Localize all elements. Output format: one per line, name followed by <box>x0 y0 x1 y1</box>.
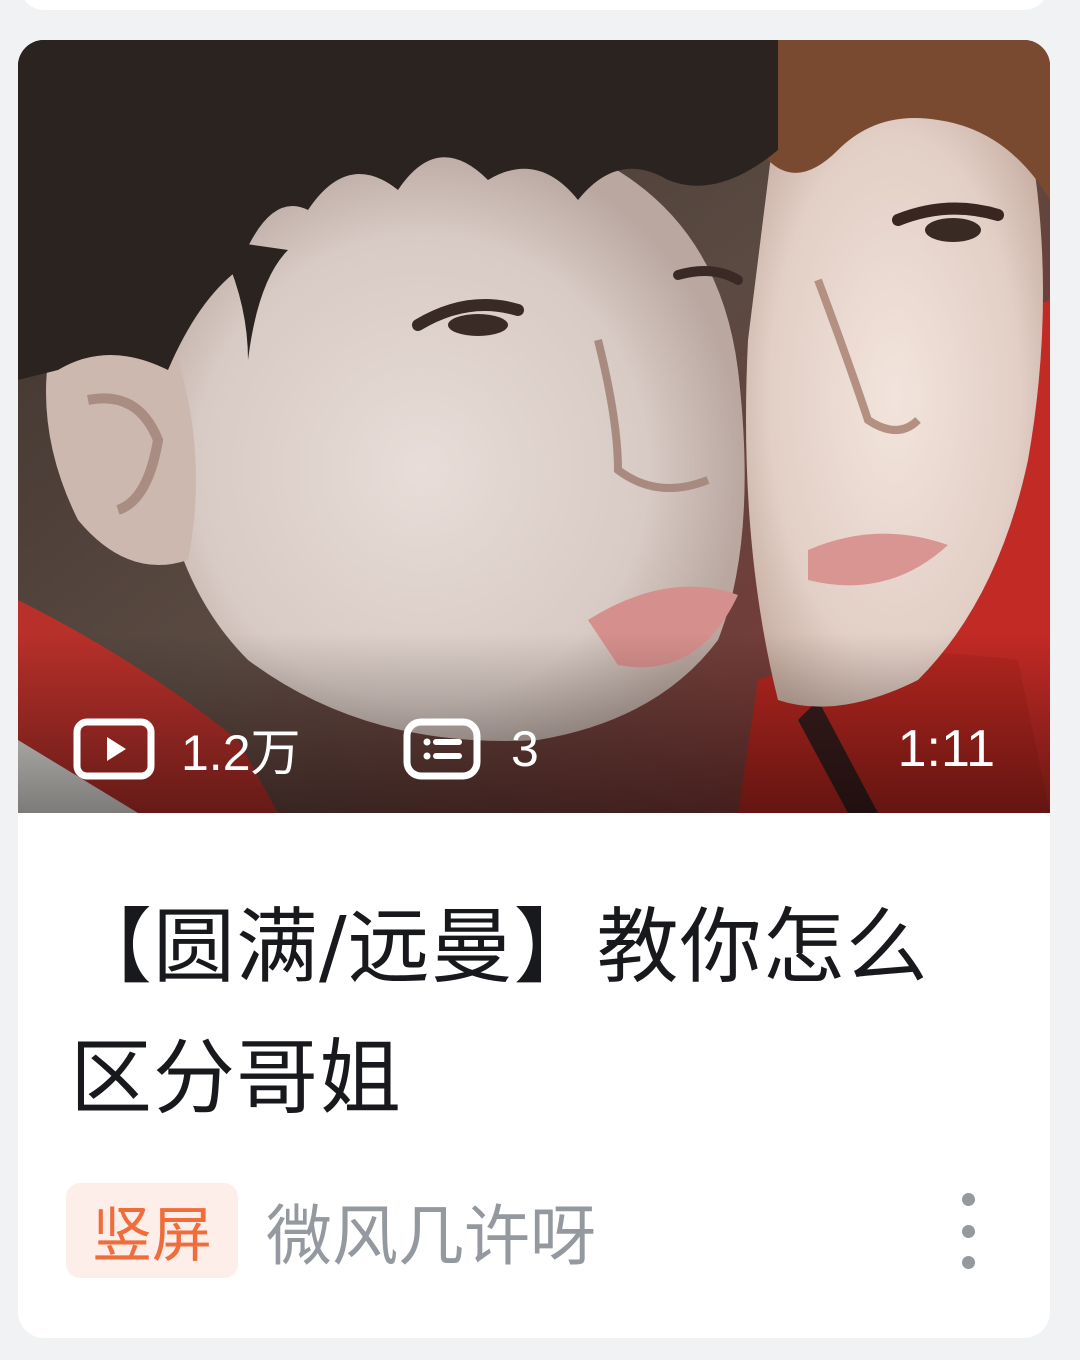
more-vertical-icon[interactable] <box>948 1193 988 1269</box>
previous-card-edge <box>20 0 1048 10</box>
vertical-video-badge: 竖屏 <box>66 1183 238 1278</box>
video-duration: 1:11 <box>897 720 995 778</box>
view-count: 1.2万 <box>73 717 301 781</box>
more-dot <box>961 1193 975 1206</box>
danmaku-count-text: 3 <box>511 721 539 777</box>
more-dot <box>961 1256 975 1269</box>
danmaku-icon <box>403 718 481 780</box>
video-card[interactable]: 1.2万 3 1:11 【圆满/远曼】教你怎么区分哥姐 竖屏 微风几许呀 <box>18 40 1050 1338</box>
play-icon <box>73 718 155 780</box>
danmaku-count: 3 <box>403 717 539 781</box>
thumbnail-stats-bar: 1.2万 3 1:11 <box>18 693 1050 813</box>
author-name[interactable]: 微风几许呀 <box>266 1183 596 1279</box>
view-count-text: 1.2万 <box>181 725 301 781</box>
video-title[interactable]: 【圆满/远曼】教你怎么区分哥姐 <box>70 882 1000 1144</box>
video-meta: 竖屏 微风几许呀 <box>66 1183 1010 1278</box>
video-thumbnail[interactable]: 1.2万 3 1:11 <box>18 40 1050 813</box>
more-dot <box>961 1224 975 1238</box>
